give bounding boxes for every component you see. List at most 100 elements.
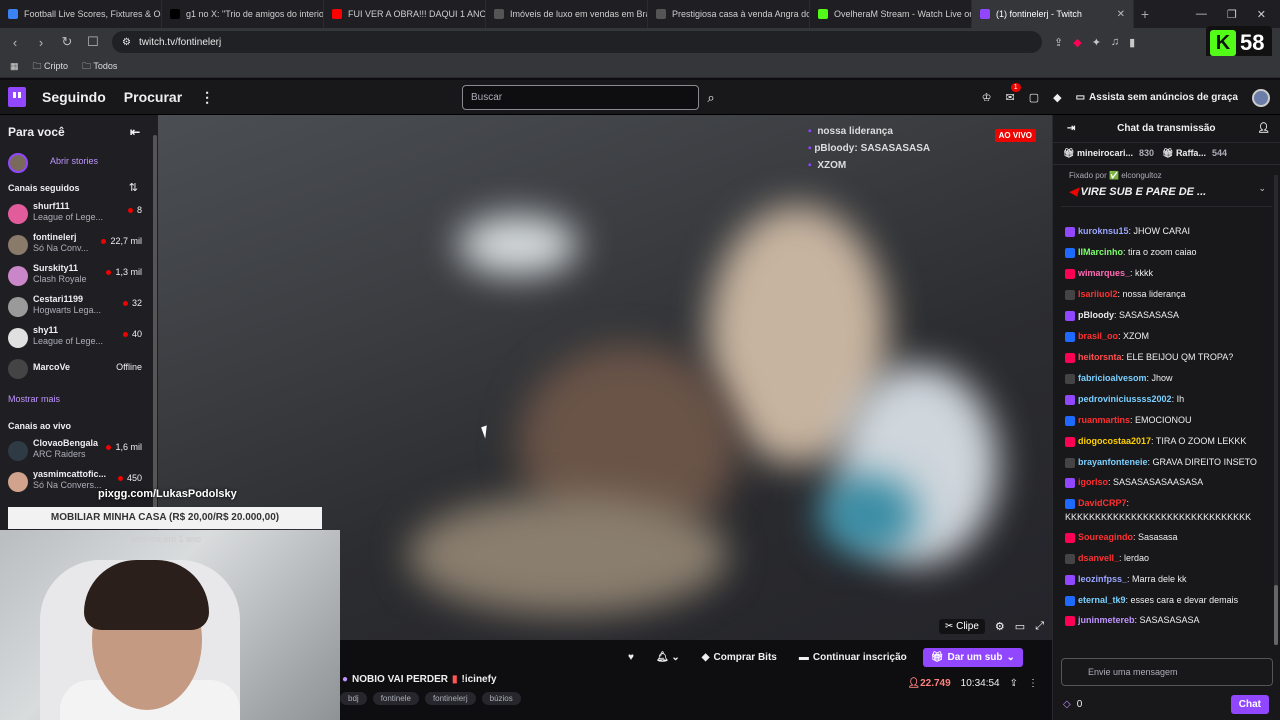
stream-title: ● NOBIO VAI PERDER ▮ !icinefy (342, 674, 497, 685)
show-more-link[interactable]: Mostrar mais (8, 394, 60, 404)
chat-users-icon[interactable]: 👤︎ (1257, 123, 1270, 134)
url-field[interactable]: ⚙ twitch.tv/fontinelerj (112, 31, 1042, 53)
bookmark-icon[interactable]: ☐ (86, 34, 100, 50)
chat-send-button[interactable]: Chat (1230, 694, 1269, 714)
sort-icon[interactable]: ⇅ (129, 181, 138, 194)
settings-icon[interactable]: ⚙ (995, 620, 1005, 633)
more-options-icon[interactable]: ⋮ (1028, 678, 1038, 689)
puzzle-icon[interactable]: ✦ (1092, 36, 1101, 49)
sidebar-channel[interactable]: MarcoVe Offline (0, 354, 152, 384)
hype-entry[interactable]: 🎁︎ Raffa... 544 (1162, 148, 1227, 159)
browser-tab-bar: Football Live Scores, Fixtures & Odd g1 n… (0, 0, 1280, 28)
chevron-down-icon[interactable]: ⌄ (1258, 183, 1266, 194)
sidebar-channel[interactable]: Surskity11 Clash Royale 1,3 mil (0, 261, 152, 291)
chat-username[interactable]: juninmetereb (1078, 615, 1135, 625)
share-stream-icon[interactable]: ⇪ (1010, 678, 1018, 689)
chat-username[interactable]: fabricioalvesom (1078, 373, 1147, 383)
channel-points-icon[interactable]: ◇ (1063, 699, 1071, 710)
bits-icon[interactable]: ◆ (1053, 91, 1061, 104)
prime-crown-icon[interactable]: ♔ (982, 91, 992, 104)
nav-browse[interactable]: Procurar (124, 89, 182, 105)
buy-bits-button[interactable]: ◆ Comprar Bits (696, 649, 783, 666)
continue-sub-button[interactable]: ▬ Continuar inscrição (793, 649, 913, 666)
chat-scrollbar[interactable] (1274, 175, 1278, 645)
stories-row[interactable]: Abrir stories (0, 148, 152, 178)
shield-extension-icon[interactable]: ◆ (1073, 36, 1081, 49)
more-icon[interactable]: ⋮ (200, 89, 214, 106)
chat-username[interactable]: eternal_tk9 (1078, 595, 1126, 605)
chat-text: XZOM (1123, 331, 1150, 341)
forward-icon[interactable]: › (34, 35, 48, 50)
collapse-chat-icon[interactable]: ⇥ (1067, 123, 1075, 134)
chat-username[interactable]: diogocostaa2017 (1078, 436, 1151, 446)
fullscreen-icon[interactable]: ⤢ (1035, 620, 1044, 633)
collapse-icon[interactable]: ⇤ (130, 125, 140, 139)
hype-entry[interactable]: 🎁︎ mineirocari... 830 (1063, 148, 1154, 159)
chat-username[interactable]: leozinfpss_ (1078, 574, 1127, 584)
chat-username[interactable]: lsariiuol2 (1078, 289, 1118, 299)
chat-username[interactable]: igorlso (1078, 477, 1108, 487)
twitch-logo[interactable] (8, 87, 26, 107)
stream-tag[interactable]: fontinele (372, 692, 419, 705)
whispers-icon[interactable]: ▢ (1029, 91, 1039, 104)
clip-button[interactable]: ✂ Clipe (938, 619, 985, 634)
browser-tab[interactable]: Prestigiosa casa à venda Angra dos (648, 0, 810, 28)
stream-tag[interactable]: fontinelerj (424, 692, 476, 705)
kick-extension-badge[interactable]: K 58 (1206, 26, 1272, 60)
follow-heart-icon[interactable]: ♥ (622, 649, 640, 666)
back-icon[interactable]: ‹ (8, 35, 22, 50)
media-icon[interactable]: ♫ (1111, 36, 1119, 48)
new-tab-icon[interactable]: + (1134, 6, 1156, 22)
browser-tab[interactable]: Football Live Scores, Fixtures & Odd (0, 0, 162, 28)
notifications-bell-icon[interactable]: 🔔︎ ⌄ (650, 649, 686, 666)
chat-username[interactable]: wimarques_ (1078, 268, 1130, 278)
sidebar-channel[interactable]: fontinelerj Só Na Conv... 22,7 mil (0, 230, 152, 260)
chat-input[interactable]: Envie uma mensagem (1061, 658, 1273, 686)
sidebar-channel[interactable]: ClovaoBengala ARC Raiders 1,6 mil (0, 436, 152, 466)
chat-scroll-thumb[interactable] (1274, 585, 1278, 645)
search-input[interactable]: Buscar (462, 85, 699, 110)
tab-title: Imóveis de luxo em vendas em Brasi (510, 9, 648, 19)
site-info-icon[interactable]: ⚙ (122, 37, 131, 48)
stream-tag[interactable]: bdj (340, 692, 367, 705)
sidebar-channel[interactable]: shurf111 League of Lege... 8 (0, 199, 152, 229)
chat-username[interactable]: brayanfonteneie (1078, 457, 1148, 467)
stream-tag[interactable]: búzios (481, 692, 521, 705)
minimize-icon[interactable]: — (1196, 8, 1207, 21)
close-tab-icon[interactable]: ✕ (1117, 9, 1125, 20)
chat-username[interactable]: heitorsnta (1078, 352, 1122, 362)
user-avatar[interactable] (1252, 88, 1270, 107)
chat-username[interactable]: dsanvell_ (1078, 553, 1119, 563)
chat-username[interactable]: pBloody (1078, 310, 1114, 320)
browser-tab[interactable]: (1) fontinelerj - Twitch ✕ (972, 0, 1134, 28)
chat-username[interactable]: pedroviniciussss2002 (1078, 394, 1172, 404)
apps-icon[interactable]: ▦ (10, 61, 19, 72)
inbox-icon[interactable]: ✉ 1 (1005, 83, 1021, 104)
close-window-icon[interactable]: ✕ (1257, 8, 1266, 21)
theatre-icon[interactable]: ▭ (1015, 620, 1025, 633)
browser-tab[interactable]: OvelheraM Stream - Watch Live on (810, 0, 972, 28)
share-icon[interactable]: ⇪ (1054, 36, 1063, 49)
chat-username[interactable]: IIMarcinho (1078, 247, 1123, 257)
maximize-icon[interactable]: ❐ (1227, 8, 1237, 21)
bookmark-folder-todos[interactable]: 🗀 Todos (82, 59, 117, 75)
browser-tab[interactable]: Imóveis de luxo em vendas em Brasi (486, 0, 648, 28)
chat-username[interactable]: brasil_oo (1078, 331, 1118, 341)
search-icon[interactable]: ⌕ (701, 85, 721, 110)
sidepanel-icon[interactable]: ▮ (1129, 36, 1135, 49)
nav-following[interactable]: Seguindo (42, 89, 106, 105)
gift-sub-button[interactable]: 🎁︎ Dar um sub ⌄ (922, 648, 1023, 667)
bookmark-folder-cripto[interactable]: 🗀 Cripto (33, 59, 69, 75)
chat-username[interactable]: ruanmartins (1078, 415, 1130, 425)
prime-button[interactable]: ▭ Assista sem anúncios de graça (1076, 92, 1238, 103)
scroll-thumb[interactable] (153, 135, 157, 515)
reload-icon[interactable]: ↻ (60, 34, 74, 50)
sidebar-channel[interactable]: shy11 League of Lege... 40 (0, 323, 152, 353)
browser-tab[interactable]: g1 no X: "Trio de amigos do interior (162, 0, 324, 28)
sidebar-channel[interactable]: Cestari1199 Hogwarts Lega... 32 (0, 292, 152, 322)
pinned-message[interactable]: Fixado por ✅ elcongultoz ◀ VIRE SUB E PA… (1061, 167, 1272, 207)
chat-username[interactable]: DavidCRP7 (1078, 498, 1127, 508)
browser-tab[interactable]: FUI VER A OBRA!!! DAQUI 1 ANO VO (324, 0, 486, 28)
chat-username[interactable]: kuroknsu15 (1078, 226, 1129, 236)
chat-username[interactable]: Soureagindo (1078, 532, 1133, 542)
